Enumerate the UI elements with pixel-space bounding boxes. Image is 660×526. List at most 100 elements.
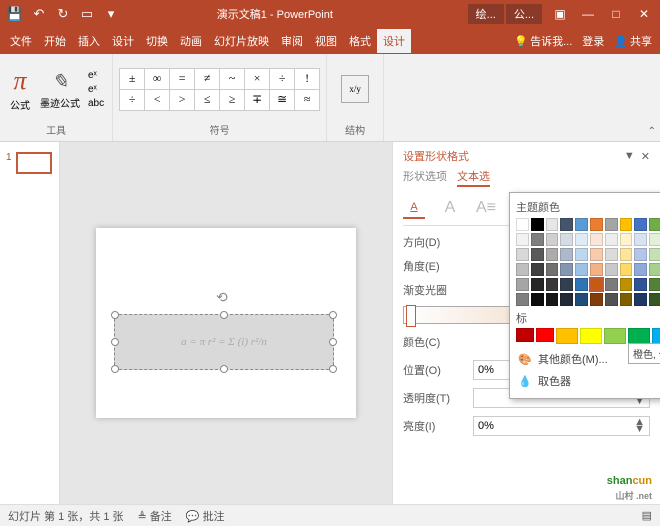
symbol-cell[interactable]: ÷ [270, 69, 294, 89]
color-swatch[interactable] [556, 328, 578, 344]
tab-slideshow[interactable]: 幻灯片放映 [208, 29, 275, 53]
notes-button[interactable]: ≜ 备注 [138, 508, 172, 524]
color-swatch[interactable] [590, 278, 603, 291]
color-swatch[interactable] [546, 263, 559, 276]
linear-button[interactable]: eˣ [86, 83, 106, 96]
color-swatch[interactable] [590, 293, 603, 306]
panel-menu-icon[interactable]: ▼ [624, 150, 635, 163]
color-swatch[interactable] [634, 233, 647, 246]
professional-button[interactable]: eˣ [86, 69, 106, 82]
tab-view[interactable]: 视图 [309, 29, 343, 53]
symbol-cell[interactable]: ! [295, 69, 319, 89]
color-swatch[interactable] [560, 263, 573, 276]
color-swatch[interactable] [516, 233, 529, 246]
comments-button[interactable]: 💬 批注 [186, 508, 225, 524]
color-swatch[interactable] [590, 218, 603, 231]
color-swatch[interactable] [604, 328, 626, 344]
color-swatch[interactable] [605, 248, 618, 261]
color-swatch[interactable] [628, 328, 650, 344]
color-swatch[interactable] [605, 218, 618, 231]
symbol-cell[interactable]: ∞ [145, 69, 169, 89]
formula-button[interactable]: π 公式 [6, 64, 34, 114]
normal-text-button[interactable]: abc [86, 97, 106, 110]
tell-me[interactable]: 💡告诉我... [510, 31, 576, 51]
color-swatch[interactable] [546, 278, 559, 291]
color-swatch[interactable] [649, 263, 660, 276]
color-swatch[interactable] [590, 233, 603, 246]
color-swatch[interactable] [575, 263, 588, 276]
color-swatch[interactable] [590, 263, 603, 276]
symbol-cell[interactable]: > [170, 90, 194, 110]
color-swatch[interactable] [575, 218, 588, 231]
color-swatch[interactable] [531, 293, 544, 306]
text-fill-icon[interactable]: A [403, 197, 425, 219]
color-swatch[interactable] [536, 328, 554, 342]
tab-animations[interactable]: 动画 [174, 29, 208, 53]
close-icon[interactable]: ✕ [632, 3, 656, 25]
color-swatch[interactable] [575, 293, 588, 306]
symbol-cell[interactable]: ~ [220, 69, 244, 89]
color-swatch[interactable] [620, 233, 633, 246]
tab-transitions[interactable]: 切换 [140, 29, 174, 53]
color-swatch[interactable] [620, 218, 633, 231]
symbol-cell[interactable]: ± [120, 69, 144, 89]
symbol-cell[interactable]: × [245, 69, 269, 89]
color-swatch[interactable] [634, 293, 647, 306]
tab-design[interactable]: 设计 [106, 29, 140, 53]
color-swatch[interactable] [652, 328, 660, 344]
thumbnail-1[interactable]: 1 [6, 152, 53, 174]
resize-handle[interactable] [220, 311, 228, 319]
color-swatch[interactable] [531, 278, 544, 291]
symbol-cell[interactable]: = [170, 69, 194, 89]
resize-handle[interactable] [329, 311, 337, 319]
color-swatch[interactable] [546, 293, 559, 306]
color-swatch[interactable] [560, 293, 573, 306]
color-swatch[interactable] [649, 218, 660, 231]
color-swatch[interactable] [516, 278, 529, 291]
color-swatch[interactable] [546, 248, 559, 261]
structure-button[interactable]: x/y [333, 73, 377, 105]
color-swatch[interactable] [649, 248, 660, 261]
tab-insert[interactable]: 插入 [72, 29, 106, 53]
color-swatch[interactable] [516, 248, 529, 261]
ink-formula-button[interactable]: ✎ 墨迹公式 [36, 67, 84, 112]
text-options-tab[interactable]: 文本选 [457, 168, 490, 187]
color-swatch[interactable] [620, 278, 633, 291]
text-effects-icon[interactable]: A [439, 197, 461, 219]
color-swatch[interactable] [575, 278, 588, 291]
color-swatch[interactable] [605, 233, 618, 246]
color-swatch[interactable] [590, 248, 603, 261]
symbol-cell[interactable]: ≅ [270, 90, 294, 110]
color-swatch[interactable] [649, 233, 660, 246]
color-swatch[interactable] [531, 263, 544, 276]
rotate-handle-icon[interactable]: ⟲ [216, 289, 228, 306]
textbox-icon[interactable]: A≡ [475, 197, 497, 219]
color-swatch[interactable] [649, 293, 660, 306]
color-swatch[interactable] [531, 233, 544, 246]
context-tab-equation[interactable]: 公... [506, 4, 542, 24]
ribbon-options-icon[interactable]: ▣ [548, 3, 572, 25]
symbol-cell[interactable]: ≠ [195, 69, 219, 89]
color-swatch[interactable] [546, 218, 559, 231]
resize-handle[interactable] [329, 365, 337, 373]
color-swatch[interactable] [516, 218, 529, 231]
color-swatch[interactable] [560, 248, 573, 261]
color-swatch[interactable] [560, 218, 573, 231]
color-swatch[interactable] [580, 328, 602, 344]
redo-icon[interactable]: ↻ [52, 3, 74, 25]
panel-close-icon[interactable]: ✕ [641, 150, 650, 163]
slide-counter[interactable]: 幻灯片 第 1 张，共 1 张 [8, 508, 124, 524]
symbol-cell[interactable]: ÷ [120, 90, 144, 110]
color-swatch[interactable] [649, 278, 660, 291]
color-swatch[interactable] [516, 263, 529, 276]
collapse-ribbon-icon[interactable]: ⌃ [648, 126, 656, 137]
symbol-cell[interactable]: ∓ [245, 90, 269, 110]
tab-home[interactable]: 开始 [38, 29, 72, 53]
tab-format[interactable]: 格式 [343, 29, 377, 53]
resize-handle[interactable] [220, 365, 228, 373]
tab-file[interactable]: 文件 [4, 29, 38, 53]
color-swatch[interactable] [546, 233, 559, 246]
resize-handle[interactable] [111, 365, 119, 373]
color-swatch[interactable] [531, 248, 544, 261]
color-swatch[interactable] [516, 328, 534, 342]
